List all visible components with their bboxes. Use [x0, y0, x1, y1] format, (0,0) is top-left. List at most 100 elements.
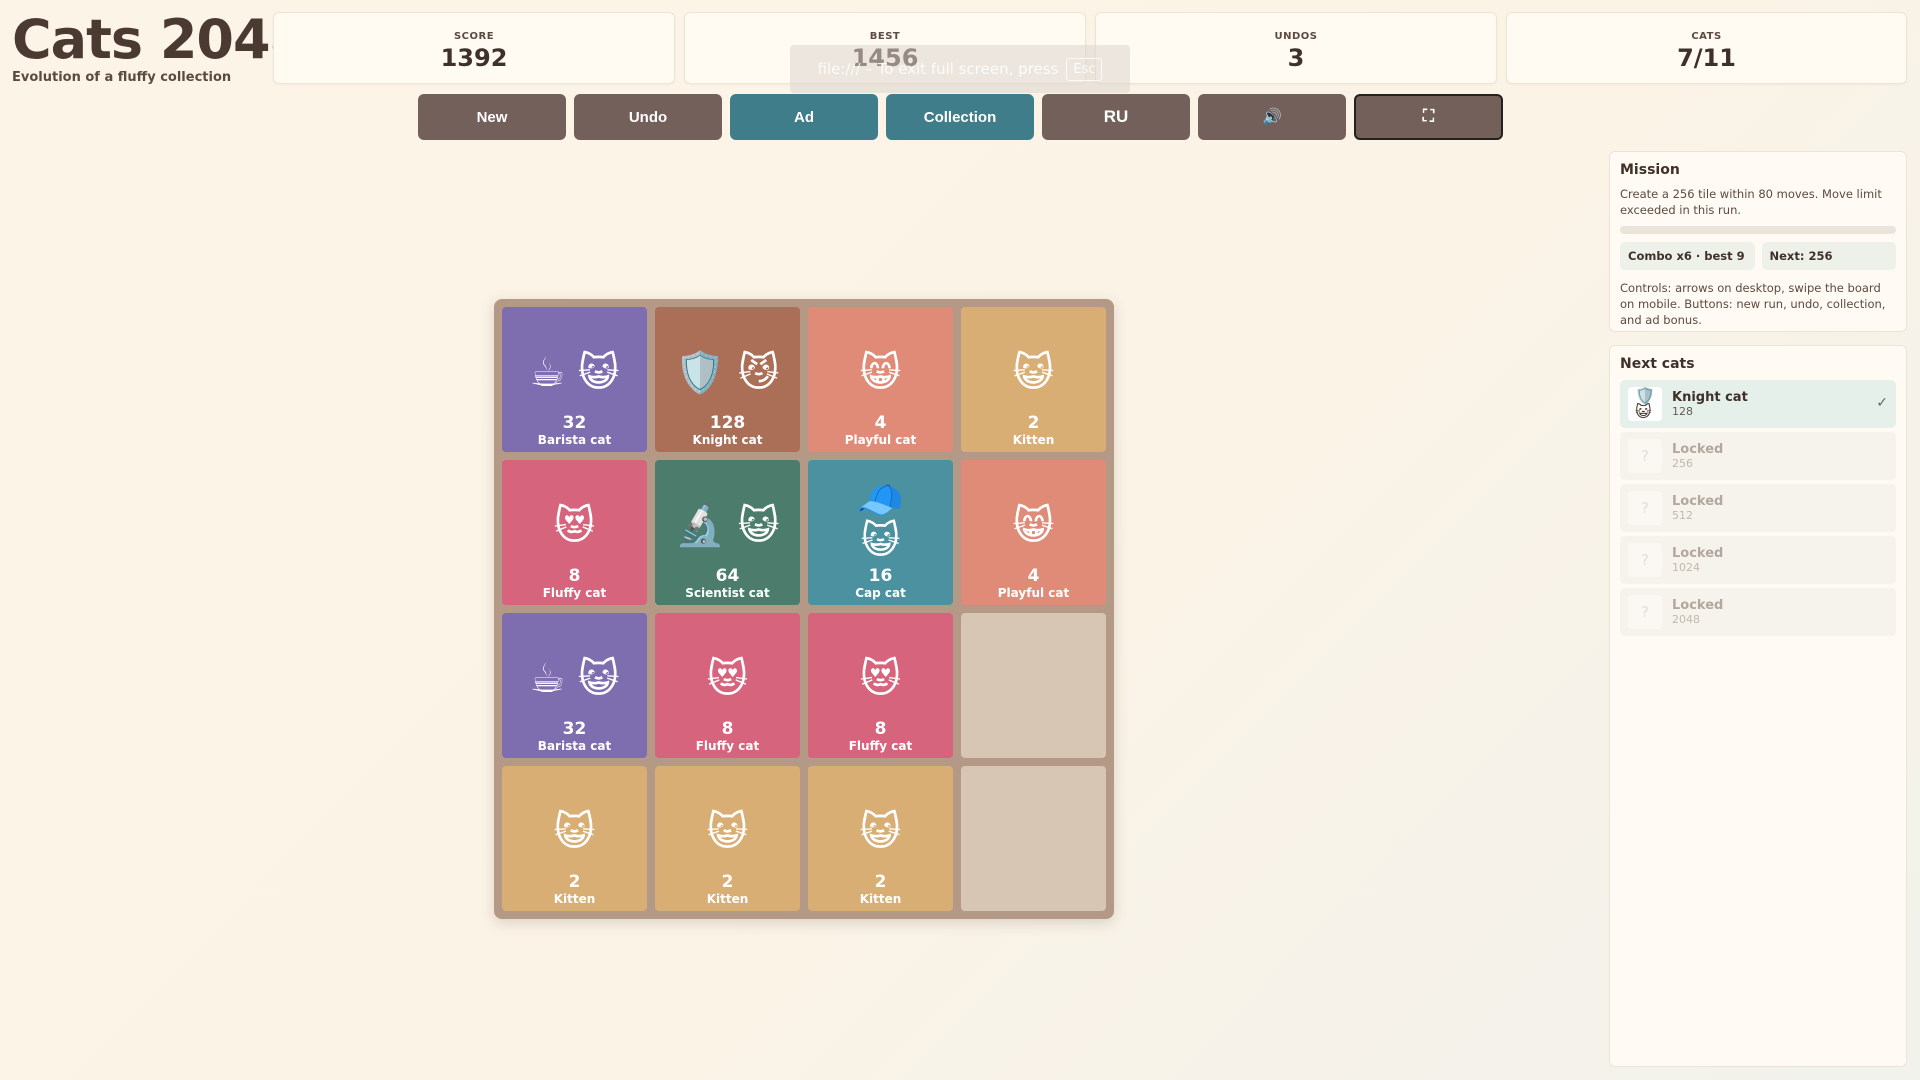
- tile-name: Barista cat: [537, 433, 612, 447]
- tile-value: 8: [721, 719, 734, 739]
- tile-value: 32: [562, 413, 587, 433]
- cat-emoji-icon: 😺: [706, 809, 749, 855]
- cat-emoji-icon: ☕ 😺: [529, 656, 620, 702]
- next-cat-item: ? Locked 1024: [1620, 536, 1896, 584]
- app-subtitle: Evolution of a fluffy collection: [12, 70, 232, 85]
- tile-value: 16: [868, 566, 893, 586]
- cat-emoji-icon: ☕ 😺: [529, 350, 620, 396]
- best-label: BEST: [869, 31, 901, 42]
- tile-value: 32: [562, 719, 587, 739]
- cat-tile: 😻 8 Fluffy cat: [502, 460, 647, 605]
- undos-card: UNDOS 3: [1095, 12, 1497, 84]
- next-cat-item: ? Locked 256: [1620, 432, 1896, 480]
- cat-name: Locked: [1672, 546, 1724, 561]
- mission-title: Mission: [1620, 162, 1680, 178]
- cat-emoji-icon: 🔬 😺: [675, 503, 780, 549]
- cat-tile: 🛡️ 😼 128 Knight cat: [655, 307, 800, 452]
- empty-cell: [961, 766, 1106, 911]
- cat-tile: 😸 4 Playful cat: [961, 460, 1106, 605]
- tile-name: Fluffy cat: [542, 586, 607, 600]
- new-button[interactable]: New: [418, 94, 566, 140]
- tile-value: 128: [709, 413, 746, 433]
- combo-chip: Combo x6 · best 9: [1620, 242, 1755, 270]
- next-cats-panel: Next cats 🛡️ 😺 Knight cat 128 ✓? Locked 256? L…: [1609, 345, 1907, 1067]
- fullscreen-icon: ⛶: [1422, 108, 1435, 125]
- speaker-icon: 🔊: [1262, 109, 1282, 126]
- app-title: Cats 2048: [12, 8, 307, 71]
- undos-label: UNDOS: [1274, 31, 1318, 42]
- brand: Cats 2048 Evolution of a fluffy collecti…: [12, 8, 307, 85]
- locked-cat-icon: ?: [1628, 595, 1662, 629]
- tile-value: 2: [568, 872, 581, 892]
- cat-tile: 🔬 😺 64 Scientist cat: [655, 460, 800, 605]
- next-cat-item: ? Locked 2048: [1620, 588, 1896, 636]
- tile-name: Kitten: [1012, 433, 1055, 447]
- cat-tile: ☕ 😺 32 Barista cat: [502, 307, 647, 452]
- cats-card: CATS 7/11: [1506, 12, 1907, 84]
- fullscreen-button[interactable]: ⛶: [1354, 94, 1503, 140]
- cat-value: 128: [1672, 405, 1693, 418]
- fullscreen-toast: file:/// – To exit full screen, press Es…: [790, 45, 1130, 93]
- tile-name: Kitten: [706, 892, 749, 906]
- sound-button[interactable]: 🔊: [1198, 94, 1346, 140]
- tile-value: 64: [715, 566, 740, 586]
- controls-help: Controls: arrows on desktop, swipe the b…: [1620, 281, 1886, 327]
- tile-value: 4: [874, 413, 887, 433]
- esc-key: Esc: [1066, 57, 1103, 81]
- cats-value: 7/11: [1677, 44, 1736, 72]
- tile-name: Barista cat: [537, 739, 612, 753]
- cat-value: 2048: [1672, 613, 1700, 626]
- tile-value: 8: [568, 566, 581, 586]
- cat-tile: 😻 8 Fluffy cat: [655, 613, 800, 758]
- cat-value: 512: [1672, 509, 1693, 522]
- cat-tile: 😸 4 Playful cat: [808, 307, 953, 452]
- cat-tile: 🧢 😺 16 Cap cat: [808, 460, 953, 605]
- cat-emoji-icon: 😺: [553, 809, 596, 855]
- cat-emoji-icon: 😻: [859, 656, 902, 702]
- cats-label: CATS: [1691, 31, 1722, 42]
- tile-name: Playful cat: [997, 586, 1070, 600]
- next-cats-list: 🛡️ 😺 Knight cat 128 ✓? Locked 256? Locked 512? L…: [1620, 380, 1896, 636]
- cat-emoji-icon: 😺: [859, 809, 902, 855]
- score-card: SCORE 1392: [273, 12, 675, 84]
- tile-value: 2: [874, 872, 887, 892]
- cat-emoji-icon: 🛡️ 😼: [675, 350, 780, 396]
- language-button[interactable]: RU: [1042, 94, 1190, 140]
- next-cat-item: 🛡️ 😺 Knight cat 128 ✓: [1620, 380, 1896, 428]
- cat-value: 256: [1672, 457, 1693, 470]
- tile-value: 2: [1027, 413, 1040, 433]
- cat-name: Locked: [1672, 442, 1724, 457]
- cat-emoji-icon: 😺: [1012, 350, 1055, 396]
- toast-text: file:/// – To exit full screen, press: [817, 60, 1059, 78]
- next-cat-item: ? Locked 512: [1620, 484, 1896, 532]
- score-value: 1392: [440, 44, 508, 72]
- undos-value: 3: [1287, 44, 1305, 72]
- tile-name: Kitten: [553, 892, 596, 906]
- score-label: SCORE: [453, 31, 495, 42]
- cat-emoji-icon: 😸: [859, 350, 902, 396]
- mission-panel: Mission Create a 256 tile within 80 move…: [1609, 151, 1907, 332]
- tile-name: Scientist cat: [685, 586, 770, 600]
- undo-button[interactable]: Undo: [574, 94, 722, 140]
- tile-value: 2: [721, 872, 734, 892]
- ad-button[interactable]: Ad: [730, 94, 878, 140]
- check-icon: ✓: [1876, 395, 1888, 411]
- empty-cell: [961, 613, 1106, 758]
- tile-name: Fluffy cat: [695, 739, 760, 753]
- cat-emoji-icon: 😻: [553, 503, 596, 549]
- cat-tile: 😺 2 Kitten: [961, 307, 1106, 452]
- collection-button[interactable]: Collection: [886, 94, 1034, 140]
- locked-cat-icon: ?: [1628, 491, 1662, 525]
- tile-name: Fluffy cat: [848, 739, 913, 753]
- cat-value: 1024: [1672, 561, 1700, 574]
- tile-name: Kitten: [859, 892, 902, 906]
- cat-tile: 😺 2 Kitten: [502, 766, 647, 911]
- cat-name: Locked: [1672, 494, 1724, 509]
- cat-emoji-icon: 😻: [706, 656, 749, 702]
- cat-emoji-icon: 🧢 😺: [856, 478, 905, 562]
- game-board[interactable]: ☕ 😺 32 Barista cat 🛡️ 😼 128 Knight cat 😸 4 Playf…: [494, 299, 1114, 919]
- cat-tile: 😺 2 Kitten: [808, 766, 953, 911]
- tile-name: Knight cat: [692, 433, 763, 447]
- tile-name: Cap cat: [855, 586, 906, 600]
- cat-emoji-icon: 😸: [1012, 503, 1055, 549]
